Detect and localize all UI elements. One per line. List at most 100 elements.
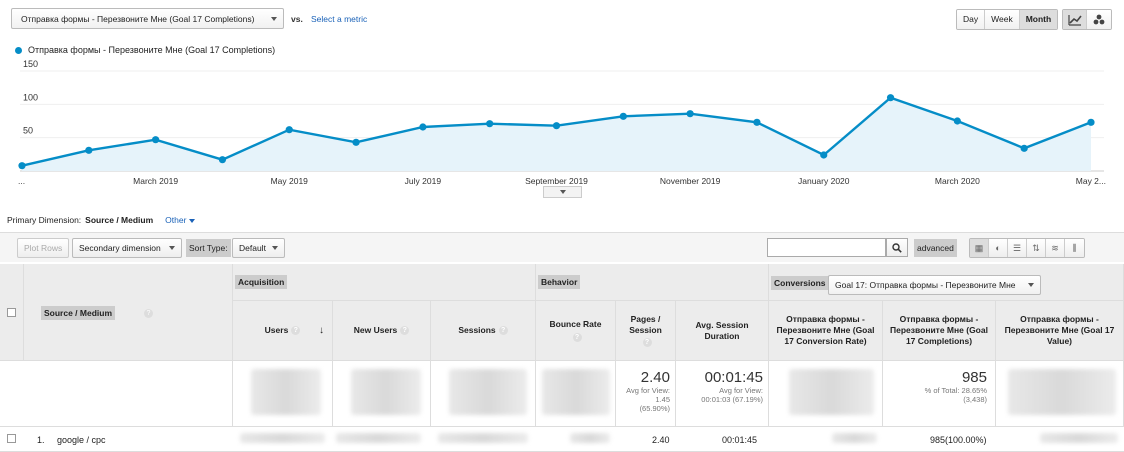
chart-point[interactable] xyxy=(419,123,427,131)
chart-point[interactable] xyxy=(686,110,694,118)
col-avg-session-duration[interactable]: Avg. Session Duration xyxy=(676,301,769,361)
dimension-header: Source / Medium xyxy=(41,306,116,320)
col-completions[interactable]: Отправка формы - Перезвоните Мне (Goal 1… xyxy=(883,301,996,361)
help-icon[interactable]: ? xyxy=(572,333,582,342)
conversion-goal-label: Goal 17: Отправка формы - Перезвоните Мн… xyxy=(835,280,1016,290)
chart-point[interactable] xyxy=(218,156,227,164)
line-chart-button[interactable] xyxy=(1063,10,1087,29)
col-bounce-rate-label: Bounce Rate xyxy=(549,319,602,329)
col-sessions-label: Sessions xyxy=(458,325,496,335)
chart-point[interactable] xyxy=(953,117,961,125)
chart-point[interactable] xyxy=(352,138,360,146)
row-index: 1. xyxy=(37,435,45,445)
row-completions: 985(100.00%) xyxy=(930,435,987,445)
totals-completions-sub: % of Total: 28.65% (3,438) xyxy=(924,386,987,404)
comparison-view-button[interactable]: ⇅ xyxy=(1027,239,1046,257)
motion-chart-button[interactable] xyxy=(1087,10,1111,29)
table-search-input[interactable] xyxy=(767,238,886,257)
totals-bounce-rate xyxy=(536,361,616,427)
term-cloud-view-button[interactable]: ≋ xyxy=(1046,239,1065,257)
plot-rows-button[interactable]: Plot Rows xyxy=(17,238,70,258)
line-chart-icon xyxy=(1067,14,1082,26)
col-users[interactable]: Users? ↓ xyxy=(233,301,333,361)
acquisition-label: Acquisition xyxy=(235,275,288,289)
totals-users xyxy=(233,361,333,427)
sort-type-select[interactable]: Default xyxy=(232,238,285,258)
chart-type-toggle xyxy=(1062,9,1112,30)
table-view-toggle: ▦ ◐ ☰ ⇅ ≋ ⫼ xyxy=(969,238,1085,258)
table-toolbar: Plot Rows Secondary dimension Sort Type:… xyxy=(0,232,1124,262)
row-checkbox[interactable] xyxy=(7,434,16,443)
x-tick-label: September 2019 xyxy=(525,176,588,186)
secondary-dimension-select[interactable]: Secondary dimension xyxy=(72,238,182,258)
chart-collapse-handle[interactable] xyxy=(543,186,582,198)
pivot-icon: ⫼ xyxy=(1072,242,1077,253)
col-new-users[interactable]: New Users? xyxy=(333,301,431,361)
advanced-filter-link[interactable]: advanced xyxy=(914,239,957,257)
col-sessions[interactable]: Sessions? xyxy=(431,301,536,361)
help-icon[interactable]: ? xyxy=(144,309,153,318)
chart-point[interactable] xyxy=(820,151,828,159)
help-icon[interactable]: ? xyxy=(642,338,652,347)
x-tick-label: January 2020 xyxy=(798,176,850,186)
select-all-checkbox[interactable] xyxy=(7,308,16,317)
cloud-icon: ≋ xyxy=(1051,242,1059,253)
acquisition-group-header: Acquisition xyxy=(233,264,536,301)
range-month-button[interactable]: Month xyxy=(1019,10,1058,29)
sort-desc-icon: ↓ xyxy=(319,325,324,336)
x-tick-label: November 2019 xyxy=(660,176,721,186)
chart-point[interactable] xyxy=(1087,118,1095,126)
y-tick-label: 150 xyxy=(23,60,38,69)
x-tick-labels: ... March 2019 May 2019 July 2019 September … xyxy=(18,176,1106,186)
primary-dimension-current[interactable]: Source / Medium xyxy=(85,215,153,225)
chart-point[interactable] xyxy=(285,126,293,134)
chart-point[interactable] xyxy=(619,112,627,120)
chart-point[interactable] xyxy=(152,136,160,144)
chart-area-fill xyxy=(22,97,1091,171)
line-chart: 150 100 50 ... March 2019 May 2019 July 2019 S… xyxy=(18,60,1106,186)
select-metric-link[interactable]: Select a metric xyxy=(311,14,367,24)
chart-point[interactable] xyxy=(1020,144,1028,152)
help-icon[interactable]: ? xyxy=(498,326,508,335)
legend-dot-icon xyxy=(15,46,22,54)
col-bounce-rate[interactable]: Bounce Rate? xyxy=(536,301,616,361)
dimension-header-cell[interactable]: Source / Medium ? xyxy=(24,264,233,361)
col-goal-value[interactable]: Отправка формы - Перезвоните Мне (Goal 1… xyxy=(996,301,1124,361)
col-pages-session[interactable]: Pages / Session? xyxy=(616,301,676,361)
col-goal-value-label: Отправка формы - Перезвоните Мне (Goal 1… xyxy=(1004,314,1115,346)
col-conversion-rate-label: Отправка формы - Перезвоните Мне (Goal 1… xyxy=(776,314,875,346)
x-tick-label: March 2019 xyxy=(133,176,178,186)
chevron-down-icon xyxy=(271,16,277,21)
chevron-down-icon xyxy=(272,246,278,250)
range-week-button[interactable]: Week xyxy=(985,10,1020,29)
range-day-button[interactable]: Day xyxy=(957,10,986,29)
totals-completions: 985 % of Total: 28.65% (3,438) xyxy=(883,361,996,427)
row-source-link[interactable]: google / cpc xyxy=(57,435,106,445)
table-view-button[interactable]: ▦ xyxy=(970,239,989,257)
table-row[interactable]: 1. google / cpc 2.40 00:01:45 985(100.00… xyxy=(0,427,1124,452)
pivot-view-button[interactable]: ⫼ xyxy=(1065,239,1084,257)
totals-avg-duration-sub: Avg for View: 00:01:03 (67.19%) xyxy=(701,386,763,404)
help-icon[interactable]: ? xyxy=(400,326,410,335)
chart-point[interactable] xyxy=(18,162,26,170)
metric-selector[interactable]: Отправка формы - Перезвоните Мне (Goal 1… xyxy=(11,8,284,29)
performance-view-button[interactable]: ☰ xyxy=(1008,239,1027,257)
chart-point[interactable] xyxy=(486,120,494,128)
col-conversion-rate[interactable]: Отправка формы - Перезвоните Мне (Goal 1… xyxy=(769,301,883,361)
totals-pages-session-sub: Avg for View: 1.45 (65.90%) xyxy=(626,386,670,413)
chart-point[interactable] xyxy=(886,94,895,102)
primary-dimension-other[interactable]: Other xyxy=(165,215,195,225)
chart-point[interactable] xyxy=(552,122,561,130)
primary-dimension-label: Primary Dimension: xyxy=(7,215,82,225)
col-users-label: Users xyxy=(264,325,289,335)
row-pages-session: 2.40 xyxy=(652,435,670,445)
conversions-label: Conversions xyxy=(771,276,829,290)
help-icon[interactable]: ? xyxy=(291,326,301,335)
search-button[interactable] xyxy=(886,238,908,257)
chart-point[interactable] xyxy=(753,118,761,126)
chart-point[interactable] xyxy=(85,146,93,154)
pie-view-button[interactable]: ◐ xyxy=(989,239,1008,257)
conversion-goal-select[interactable]: Goal 17: Отправка формы - Перезвоните Мн… xyxy=(828,275,1041,295)
totals-conv-rate xyxy=(769,361,883,427)
legend-series-label: Отправка формы - Перезвоните Мне (Goal 1… xyxy=(28,45,276,55)
